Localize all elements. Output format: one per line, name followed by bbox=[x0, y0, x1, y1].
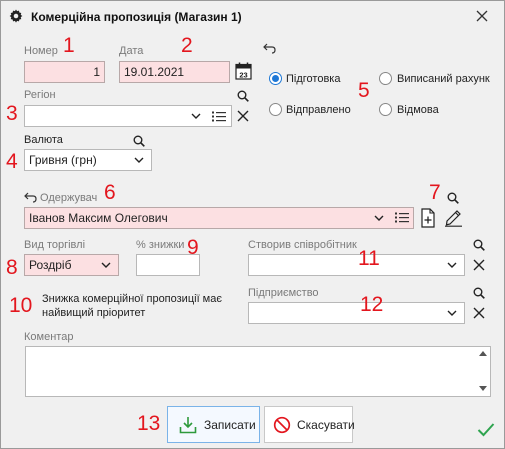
status-radio-sent[interactable] bbox=[269, 103, 282, 116]
region-label: Регіон bbox=[24, 89, 56, 101]
marker-2: 2 bbox=[181, 34, 193, 57]
number-label: Номер bbox=[24, 45, 58, 57]
comment-textarea[interactable] bbox=[25, 346, 491, 397]
new-document-icon[interactable] bbox=[421, 208, 435, 228]
svg-text:23: 23 bbox=[239, 70, 247, 79]
marker-5: 5 bbox=[358, 79, 370, 102]
chevron-down-icon[interactable] bbox=[191, 113, 201, 119]
search-icon[interactable] bbox=[237, 90, 249, 102]
save-download-icon bbox=[179, 417, 197, 434]
currency-select[interactable]: Гривня (грн) bbox=[24, 149, 152, 171]
created-by-select[interactable] bbox=[248, 254, 465, 276]
created-by-label: Створив співробітник bbox=[248, 239, 357, 251]
trade-type-label: Вид торгівлі bbox=[24, 239, 86, 251]
checkmark-icon[interactable] bbox=[477, 422, 495, 437]
chevron-down-icon[interactable] bbox=[101, 262, 111, 268]
status-label-sent: Відправлено bbox=[286, 104, 351, 116]
marker-8: 8 bbox=[6, 256, 18, 279]
number-field[interactable]: 1 bbox=[24, 61, 105, 83]
list-icon[interactable] bbox=[395, 212, 409, 223]
dialog-window: Комерційна пропозиція (Магазин 1) 1 Номе… bbox=[0, 0, 505, 449]
enterprise-select[interactable] bbox=[248, 302, 465, 324]
search-icon[interactable] bbox=[473, 239, 485, 251]
discount-field[interactable] bbox=[136, 254, 200, 276]
save-button-label: Записати bbox=[204, 418, 256, 432]
close-icon[interactable] bbox=[473, 7, 491, 25]
recipient-select[interactable]: Іванов Максим Олегович bbox=[24, 207, 414, 229]
enterprise-label: Підприємство bbox=[248, 287, 319, 299]
priority-note-line1: Знижка комерційної пропозиції має bbox=[42, 293, 222, 305]
date-label: Дата bbox=[119, 45, 144, 57]
save-button[interactable]: Записати bbox=[167, 406, 260, 443]
status-label-invoiced: Виписаний рахунк bbox=[397, 73, 490, 85]
recipient-label: Одержувач bbox=[40, 192, 98, 204]
chevron-down-icon[interactable] bbox=[447, 262, 457, 268]
calendar-icon[interactable]: 23 bbox=[235, 62, 252, 80]
status-radio-invoiced[interactable] bbox=[379, 72, 392, 85]
gear-icon bbox=[9, 9, 23, 23]
date-field[interactable]: 19.01.2021 bbox=[119, 61, 230, 83]
edit-pencil-icon[interactable] bbox=[444, 208, 463, 227]
chevron-down-icon[interactable] bbox=[447, 310, 457, 316]
discount-label: % знижки bbox=[136, 239, 185, 251]
marker-7: 7 bbox=[429, 181, 441, 204]
status-radio-rejected[interactable] bbox=[379, 103, 392, 116]
priority-note-line2: найвищий пріоритет bbox=[42, 307, 146, 319]
cancel-button-label: Скасувати bbox=[297, 418, 355, 432]
marker-10: 10 bbox=[9, 294, 33, 317]
cancel-button[interactable]: Скасувати bbox=[264, 406, 355, 443]
clear-icon[interactable] bbox=[473, 259, 485, 271]
chevron-down-icon[interactable] bbox=[374, 215, 384, 221]
search-icon[interactable] bbox=[447, 192, 459, 204]
marker-6: 6 bbox=[104, 181, 116, 204]
scroll-up-arrow[interactable] bbox=[479, 351, 487, 356]
currency-label: Валюта bbox=[24, 134, 63, 146]
marker-11: 11 bbox=[358, 247, 380, 270]
chevron-down-icon[interactable] bbox=[134, 157, 144, 163]
marker-13: 13 bbox=[137, 412, 161, 435]
marker-4: 4 bbox=[6, 150, 18, 173]
comment-label: Коментар bbox=[24, 331, 74, 343]
clear-icon[interactable] bbox=[473, 307, 485, 319]
clear-icon[interactable] bbox=[237, 110, 249, 122]
cancel-icon bbox=[273, 416, 291, 434]
status-label-rejected: Відмова bbox=[397, 104, 439, 116]
title-bar: Комерційна пропозиція (Магазин 1) bbox=[1, 1, 504, 33]
back-arrow-icon[interactable] bbox=[24, 192, 37, 203]
search-icon[interactable] bbox=[473, 287, 485, 299]
list-icon[interactable] bbox=[212, 111, 226, 122]
marker-12: 12 bbox=[360, 293, 384, 316]
search-icon[interactable] bbox=[133, 135, 145, 147]
marker-3: 3 bbox=[6, 102, 18, 125]
scroll-down-arrow[interactable] bbox=[479, 386, 487, 391]
status-label-preparation: Підготовка bbox=[286, 73, 341, 85]
window-title: Комерційна пропозиція (Магазин 1) bbox=[31, 10, 242, 24]
marker-1: 1 bbox=[63, 34, 75, 57]
status-radio-preparation[interactable] bbox=[269, 72, 282, 85]
back-arrow-icon[interactable] bbox=[263, 43, 276, 54]
